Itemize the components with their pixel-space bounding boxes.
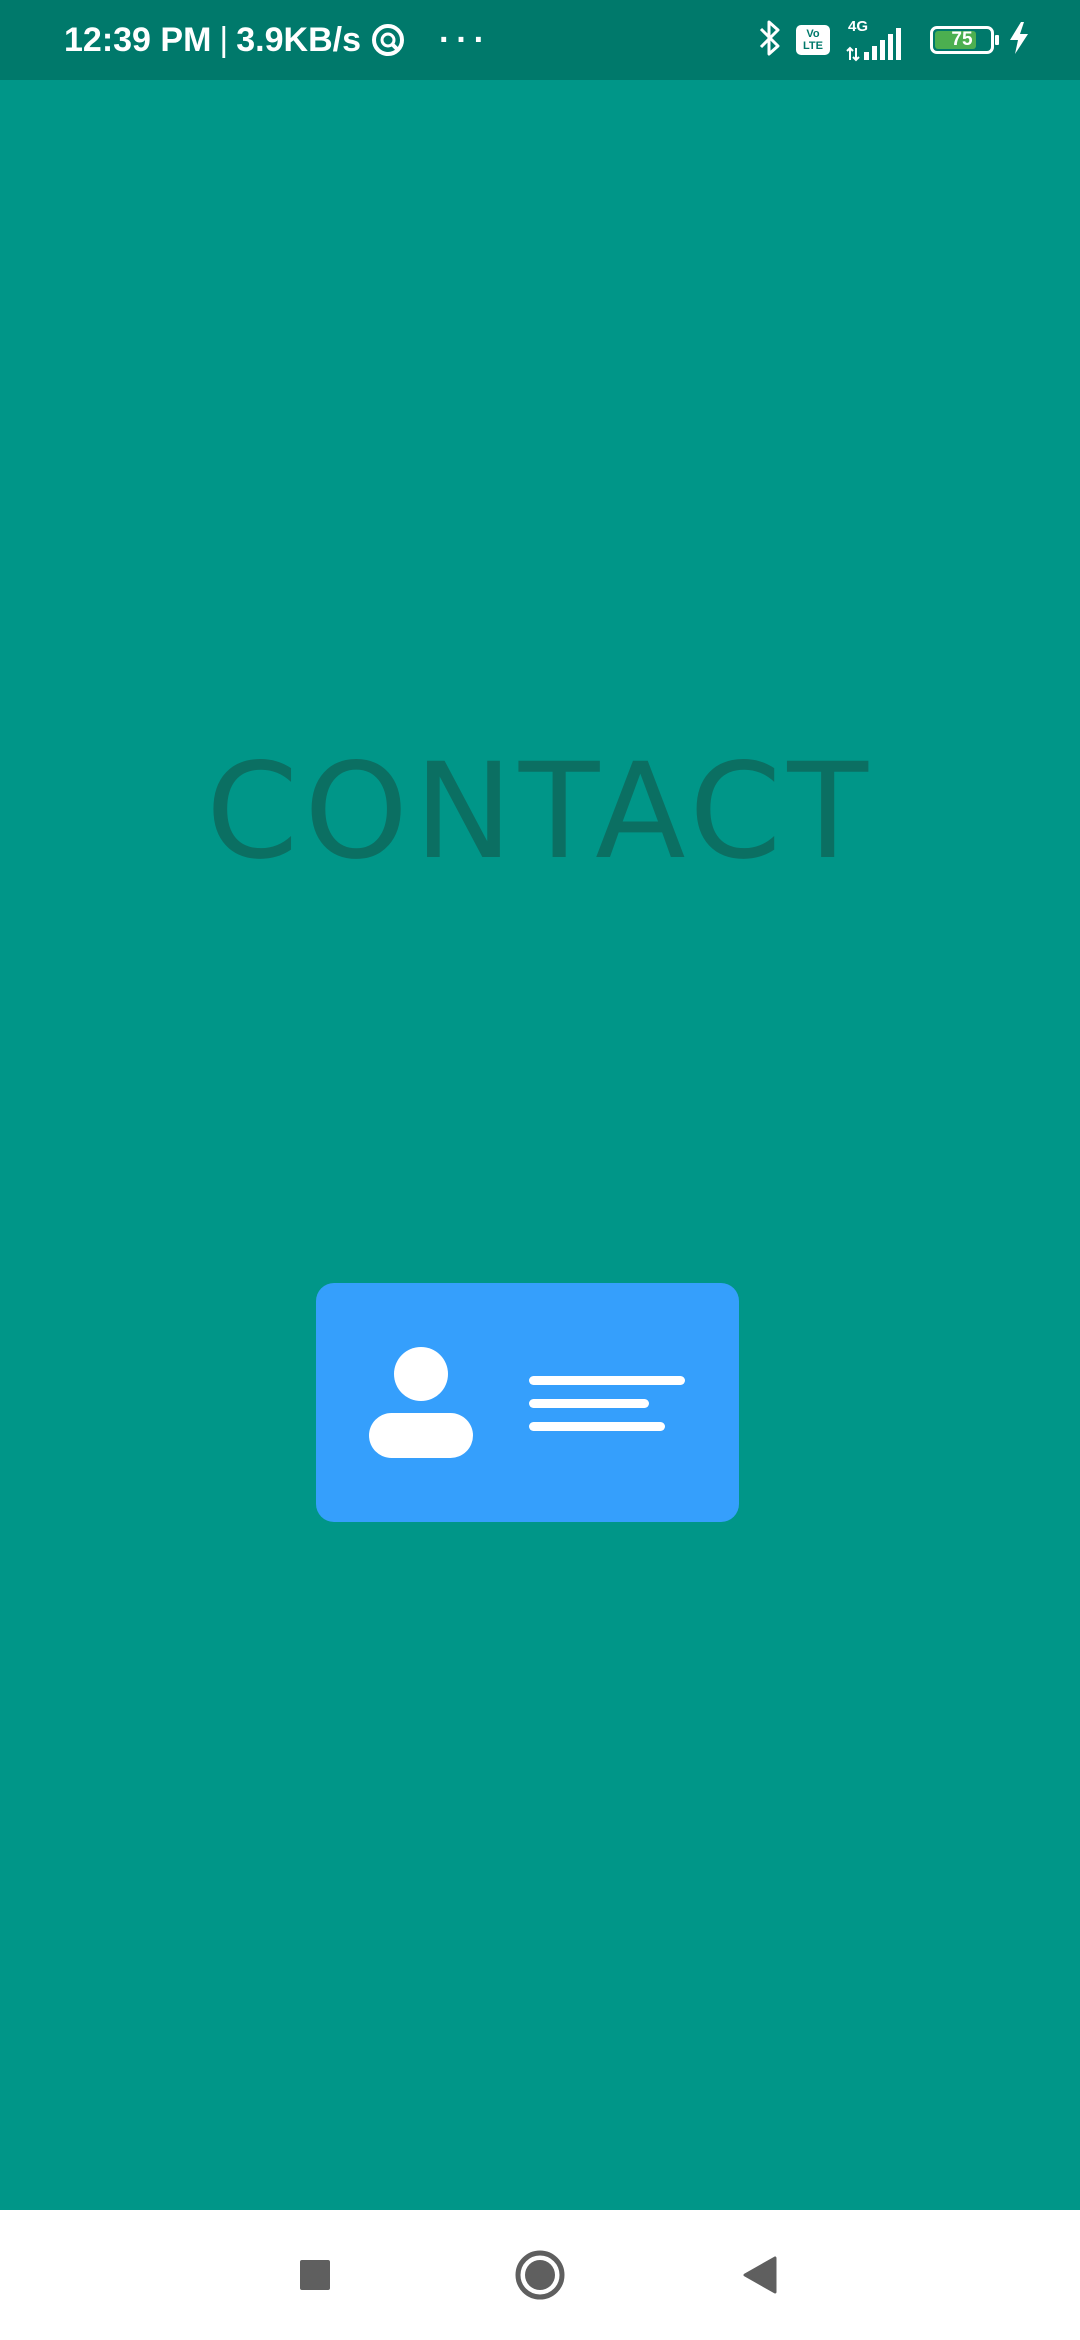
volte-top-label: Vo [806, 28, 820, 40]
battery-level-label: 75 [951, 29, 973, 50]
signal-icon: 4G [844, 18, 906, 62]
volte-bottom-label: LTE [803, 40, 823, 52]
charging-icon [1008, 21, 1030, 60]
status-separator: | [219, 20, 229, 59]
back-button[interactable] [715, 2210, 805, 2340]
navigation-bar [0, 2210, 1080, 2340]
contact-card-illustration [369, 1347, 685, 1458]
back-triangle-icon [743, 2256, 777, 2294]
clock: 12:39 PM [64, 20, 212, 59]
network-speed: 3.9KB/s [236, 20, 361, 59]
recents-button[interactable] [270, 2210, 360, 2340]
sync-icon [371, 23, 405, 57]
circle-icon [515, 2250, 565, 2300]
status-bar: 12:39 PM | 3.9KB/s ··· Vo LTE 4G 75 [0, 0, 1080, 80]
contact-card-icon [316, 1283, 739, 1522]
page-title: CONTACT [206, 735, 874, 889]
square-icon [300, 2260, 330, 2290]
status-right-group: Vo LTE 4G 75 [758, 0, 1030, 80]
bluetooth-icon [758, 19, 782, 62]
battery-icon: 75 [930, 26, 999, 54]
status-left-group: 12:39 PM | 3.9KB/s ··· [64, 0, 491, 80]
volte-icon: Vo LTE [796, 25, 830, 55]
more-notifications-indicator: ··· [438, 20, 491, 59]
home-button[interactable] [495, 2210, 585, 2340]
battery-cap [995, 35, 999, 45]
